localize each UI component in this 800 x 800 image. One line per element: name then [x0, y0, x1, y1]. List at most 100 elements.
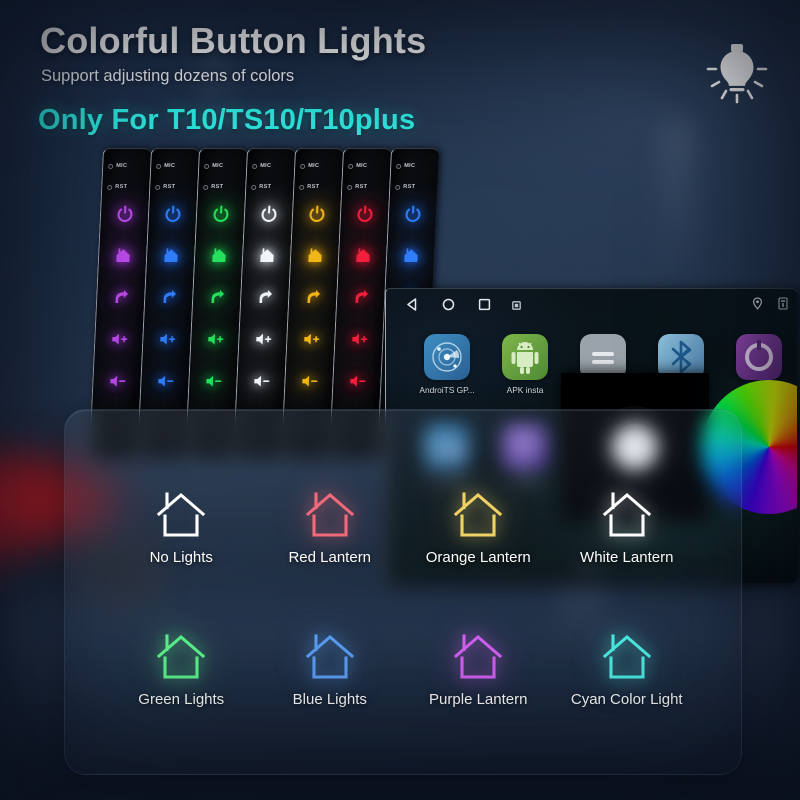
indicator-dot: [155, 184, 161, 190]
volume-up-icon[interactable]: [350, 331, 368, 348]
light-option-no-lights[interactable]: No Lights: [107, 490, 256, 566]
mic-label: MIC: [396, 163, 415, 169]
rst-label: RST: [107, 184, 127, 190]
rst-label: RST: [155, 184, 175, 190]
rst-label: RST: [251, 184, 271, 190]
rst-label-text: RST: [163, 184, 176, 190]
rst-label-text: RST: [211, 184, 224, 190]
back-arrow-icon[interactable]: [112, 289, 130, 306]
home-icon[interactable]: [210, 247, 228, 264]
volume-down-icon[interactable]: [156, 373, 174, 390]
light-options-grid: No Lights Red Lantern Orange Lantern Whi…: [65, 410, 741, 774]
volume-up-icon[interactable]: [158, 331, 176, 348]
mic-label: MIC: [156, 163, 175, 169]
light-option-cyan-color-light[interactable]: Cyan Color Light: [553, 632, 702, 708]
light-option-label: Red Lantern: [288, 549, 372, 566]
power-icon[interactable]: [308, 205, 326, 222]
light-option-label: Green Lights: [138, 691, 225, 708]
volume-up-icon[interactable]: [110, 331, 128, 348]
light-bulb-icon: [706, 44, 768, 104]
back-arrow-icon[interactable]: [160, 289, 178, 306]
mic-label: MIC: [300, 163, 319, 169]
rst-label-text: RST: [115, 184, 128, 190]
rst-label: RST: [299, 184, 319, 190]
volume-up-icon[interactable]: [302, 331, 320, 348]
android-icon: [502, 334, 548, 380]
booster-icon: [736, 334, 782, 380]
page-subtitle: Support adjusting dozens of colors: [41, 67, 295, 85]
app-icon-cell[interactable]: AndroiTS GP...: [410, 334, 484, 395]
gps-radar-icon: [424, 334, 470, 380]
indicator-dot: [108, 163, 114, 169]
home-icon[interactable]: [162, 247, 180, 264]
home-icon[interactable]: [258, 247, 276, 264]
house-outline-icon: [602, 634, 651, 679]
volume-down-icon[interactable]: [348, 373, 366, 390]
app-tile[interactable]: [736, 334, 782, 380]
rst-label-text: RST: [403, 184, 416, 190]
mic-label-text: MIC: [404, 163, 416, 169]
light-options-row: No Lights Red Lantern Orange Lantern Whi…: [107, 490, 701, 566]
mic-label-text: MIC: [356, 163, 368, 169]
mic-label-text: MIC: [116, 163, 128, 169]
rst-label: RST: [395, 184, 415, 190]
power-icon[interactable]: [356, 205, 374, 222]
location-pin-icon: [752, 297, 763, 310]
app-tile[interactable]: [502, 334, 548, 380]
home-circle-icon[interactable]: [442, 298, 455, 311]
rst-label: RST: [347, 184, 367, 190]
light-option-orange-lantern[interactable]: Orange Lantern: [404, 490, 553, 566]
mic-label-text: MIC: [260, 163, 272, 169]
volume-up-icon[interactable]: [254, 331, 272, 348]
promo-banner: Colorful Button Lights Support adjusting…: [0, 0, 800, 800]
light-option-green-lights[interactable]: Green Lights: [107, 632, 256, 708]
app-label: APK insta: [506, 385, 544, 395]
light-options-panel: No Lights Red Lantern Orange Lantern Whi…: [64, 409, 742, 775]
house-outline-icon: [602, 492, 651, 537]
mic-label: MIC: [204, 163, 223, 169]
home-icon[interactable]: [354, 247, 372, 264]
power-icon[interactable]: [116, 205, 134, 222]
house-outline-icon: [157, 492, 206, 537]
power-icon[interactable]: [164, 205, 182, 222]
rst-label-text: RST: [307, 184, 320, 190]
indicator-dot: [348, 163, 354, 169]
volume-down-icon[interactable]: [300, 373, 318, 390]
volume-down-icon[interactable]: [204, 373, 222, 390]
volume-up-icon[interactable]: [206, 331, 224, 348]
back-triangle-icon[interactable]: [406, 298, 419, 311]
light-option-label: Orange Lantern: [425, 549, 531, 566]
power-icon[interactable]: [404, 205, 422, 222]
indicator-dot: [204, 163, 210, 169]
back-arrow-icon[interactable]: [208, 289, 226, 306]
home-icon[interactable]: [306, 247, 324, 264]
back-arrow-icon[interactable]: [304, 289, 322, 306]
home-icon[interactable]: [402, 247, 420, 264]
house-outline-icon: [157, 634, 206, 679]
screenshot-icon[interactable]: [512, 301, 521, 310]
back-arrow-icon[interactable]: [256, 289, 274, 306]
power-icon[interactable]: [260, 205, 278, 222]
back-arrow-icon[interactable]: [352, 289, 370, 306]
light-option-white-lantern[interactable]: White Lantern: [553, 490, 702, 566]
signal-icon: [778, 297, 788, 310]
mic-label: MIC: [348, 163, 367, 169]
light-option-red-lantern[interactable]: Red Lantern: [256, 490, 405, 566]
house-outline-icon: [454, 492, 503, 537]
indicator-dot: [347, 184, 353, 190]
light-option-label: Cyan Color Light: [570, 691, 683, 708]
app-tile[interactable]: [424, 334, 470, 380]
light-option-purple-lantern[interactable]: Purple Lantern: [404, 632, 553, 708]
volume-down-icon[interactable]: [252, 373, 270, 390]
home-icon[interactable]: [114, 247, 132, 264]
volume-down-icon[interactable]: [108, 373, 126, 390]
power-icon[interactable]: [212, 205, 230, 222]
app-label: AndroiTS GP...: [419, 385, 475, 395]
light-option-label: White Lantern: [580, 549, 674, 566]
indicator-dot: [252, 163, 258, 169]
rst-label-text: RST: [355, 184, 368, 190]
recents-square-icon[interactable]: [478, 298, 491, 311]
app-icon-cell[interactable]: APK insta: [488, 334, 562, 395]
light-option-blue-lights[interactable]: Blue Lights: [256, 632, 405, 708]
indicator-dot: [107, 184, 113, 190]
